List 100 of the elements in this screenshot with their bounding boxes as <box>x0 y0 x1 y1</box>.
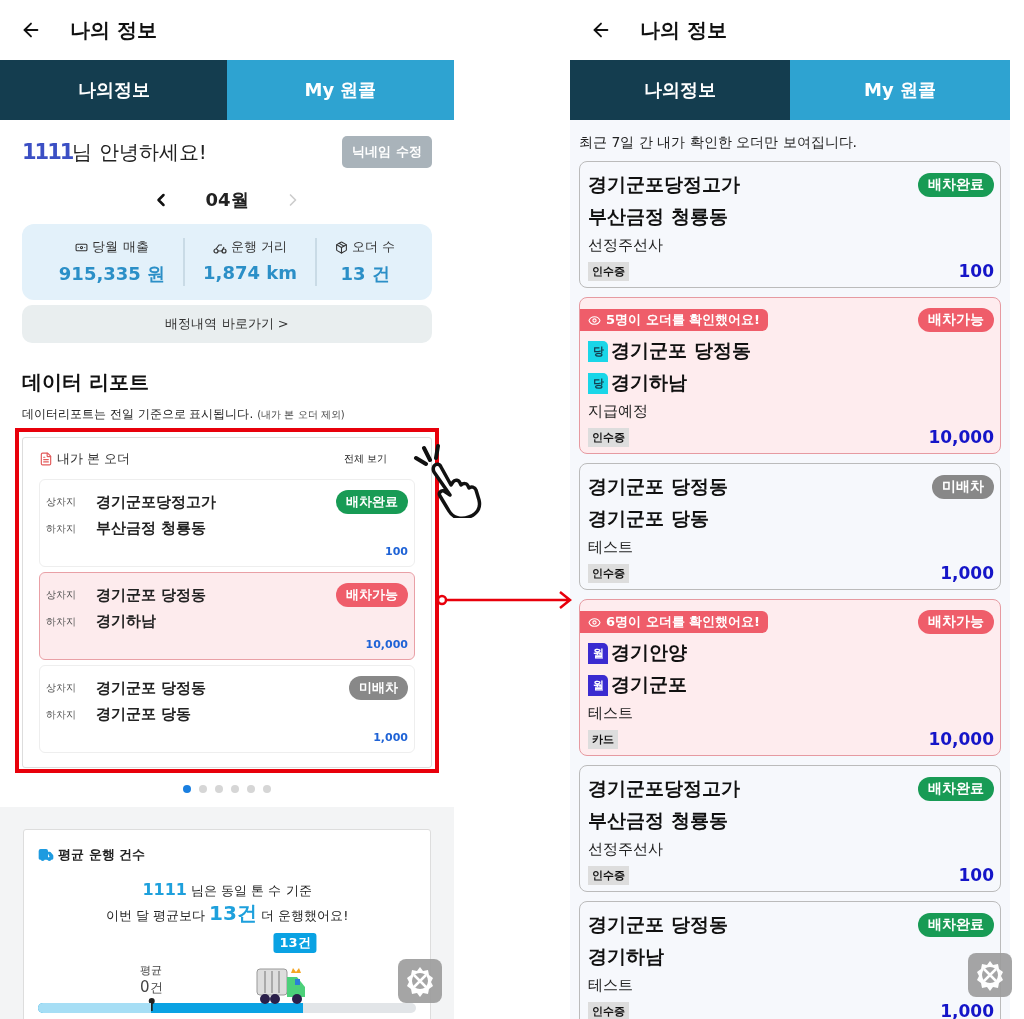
stat-value: 13 건 <box>340 262 390 286</box>
place-name: 경기군포 당정동 <box>588 474 728 499</box>
payment-tag: 인수증 <box>588 1001 629 1019</box>
page-dot[interactable] <box>199 785 207 793</box>
dropoff-label: 하차지 <box>46 521 77 536</box>
page-title: 나의 정보 <box>70 16 157 44</box>
dropoff-label: 하차지 <box>46 707 77 722</box>
order-amount: 1,000 <box>373 731 408 744</box>
memo-text: 테스트 <box>587 976 634 995</box>
status-badge: 배차완료 <box>918 913 994 937</box>
order-card[interactable]: 상차지 경기군포 당정동 미배차 하차지 경기군포 당동 1,000 <box>39 665 415 753</box>
memo-text: 지급예정 <box>587 402 649 421</box>
place-name: 경기군포 당동 <box>588 506 709 531</box>
document-icon <box>39 452 53 466</box>
pickup-label: 상차지 <box>46 681 77 695</box>
status-badge: 배차완료 <box>918 777 994 801</box>
pickup-place: 경기군포 당정동 <box>96 585 208 605</box>
status-badge: 배차가능 <box>336 583 408 607</box>
average-value: 0건 <box>140 978 163 997</box>
user-name: 1111 <box>22 139 73 164</box>
status-badge: 미배차 <box>349 676 408 700</box>
page-dot[interactable] <box>263 785 271 793</box>
status-badge: 배차완료 <box>918 173 994 197</box>
my-count-badge: 13건 <box>273 933 317 953</box>
comparison-text: 1111 님은 동일 톤 수 기준 <box>141 880 313 900</box>
comparison-text: 이번 달 평균보다 13건 더 운행했어요! <box>104 900 350 927</box>
status-badge: 배차가능 <box>918 610 994 634</box>
order-amount: 100 <box>958 865 994 885</box>
card-title: 평균 운행 건수 <box>58 846 146 864</box>
payment-tag: 인수증 <box>588 427 629 447</box>
box-icon <box>335 240 349 254</box>
order-amount: 10,000 <box>365 638 408 651</box>
memo-text: 테스트 <box>587 704 634 723</box>
order-amount: 10,000 <box>928 729 994 749</box>
place-name: 경기군포 <box>611 672 687 697</box>
order-card[interactable]: 5명이 오더를 확인했어요! 배차가능 당 경기군포 당정동 당 경기하남 지급예정 인수증 10,000 <box>579 297 1001 454</box>
truck-icon <box>38 847 54 863</box>
page-dot[interactable] <box>231 785 239 793</box>
dropoff-place: 부산금정 청룡동 <box>96 519 208 538</box>
order-card[interactable]: 경기군포당정고가 배차완료 부산금정 청룡동 선정주선사 인수증 100 <box>579 161 1001 288</box>
card-title: 내가 본 오더 <box>57 450 131 468</box>
page-dot[interactable] <box>215 785 223 793</box>
region-badge: 당 <box>588 340 608 362</box>
place-name: 경기하남 <box>611 370 687 395</box>
stat-value: 915,335 원 <box>58 262 166 286</box>
order-card[interactable]: 경기군포 당정동 배차완료 경기하남 테스트 인수증 1,000 <box>579 901 1001 1019</box>
status-badge: 배차완료 <box>336 490 408 514</box>
place-name: 경기군포 당정동 <box>588 912 728 937</box>
payment-tag: 인수증 <box>588 261 629 281</box>
region-badge: 당 <box>588 372 608 394</box>
stat-value: 1,874 km <box>203 262 298 283</box>
order-card[interactable]: 상차지 경기군포당정고가 배차완료 하차지 부산금정 청룡동 100 <box>39 479 415 567</box>
tools-button[interactable] <box>968 953 1012 997</box>
place-name: 경기군포 당정동 <box>611 338 751 363</box>
order-amount: 1,000 <box>940 563 994 583</box>
stat-label: 당월 매출 <box>92 238 149 256</box>
viewers-banner: 6명이 오더를 확인했어요! <box>580 611 769 633</box>
order-card[interactable]: 6명이 오더를 확인했어요! 배차가능 월 경기안양 월 경기군포 테스트 카드 10,000 <box>579 599 1001 756</box>
status-badge: 미배차 <box>932 475 994 499</box>
memo-text: 선정주선사 <box>587 236 664 255</box>
memo-text: 선정주선사 <box>587 840 664 859</box>
dropoff-label: 하차지 <box>46 614 77 629</box>
order-amount: 1,000 <box>940 1001 994 1019</box>
order-amount: 100 <box>385 545 408 558</box>
viewers-banner: 5명이 오더를 확인했어요! <box>580 309 769 331</box>
month-label: 04월 <box>205 188 249 212</box>
order-card[interactable]: 경기군포 당정동 미배차 경기군포 당동 테스트 인수증 1,000 <box>579 463 1001 590</box>
view-all-link[interactable]: 전체 보기 <box>343 452 387 466</box>
place-name: 경기군포당정고가 <box>588 776 740 801</box>
order-amount: 10,000 <box>928 427 994 447</box>
place-name: 경기안양 <box>611 640 687 665</box>
stat-label: 운행 거리 <box>231 238 288 256</box>
page-title: 나의 정보 <box>640 16 727 44</box>
pickup-label: 상차지 <box>46 588 77 602</box>
average-label: 평균 <box>140 963 163 978</box>
greeting-text: 님 안녕하세요! <box>72 138 207 166</box>
page-dot[interactable] <box>183 785 191 793</box>
stat-label: 오더 수 <box>352 238 396 256</box>
region-badge: 월 <box>588 674 608 696</box>
pickup-place: 경기군포 당정동 <box>96 678 208 698</box>
place-name: 경기군포당정고가 <box>588 172 740 197</box>
section-title: 데이터 리포트 <box>22 369 150 396</box>
dropoff-place: 경기하남 <box>96 612 157 631</box>
place-name: 부산금정 청룡동 <box>588 204 728 229</box>
page-dot[interactable] <box>247 785 255 793</box>
report-note: 데이터리포트는 전일 기준으로 표시됩니다. <box>22 406 254 423</box>
assignment-history-button[interactable]: 배정내역 바로가기 > <box>22 305 432 343</box>
place-name: 부산금정 청룡동 <box>588 808 728 833</box>
pickup-label: 상차지 <box>46 495 77 509</box>
payment-tag: 인수증 <box>588 563 629 583</box>
dropoff-place: 경기군포 당동 <box>96 705 193 724</box>
memo-text: 테스트 <box>587 538 634 557</box>
tools-button[interactable] <box>398 959 442 1003</box>
tab[interactable]: 나의정보 <box>0 60 227 120</box>
order-card[interactable]: 상차지 경기군포 당정동 배차가능 하차지 경기하남 10,000 <box>39 572 415 660</box>
tab[interactable]: 나의정보 <box>570 60 790 120</box>
report-note-small: (내가 본 오더 제외) <box>257 408 345 422</box>
payment-tag: 카드 <box>588 729 618 749</box>
marker-pin-icon <box>147 997 156 1011</box>
order-card[interactable]: 경기군포당정고가 배차완료 부산금정 청룡동 선정주선사 인수증 100 <box>579 765 1001 892</box>
